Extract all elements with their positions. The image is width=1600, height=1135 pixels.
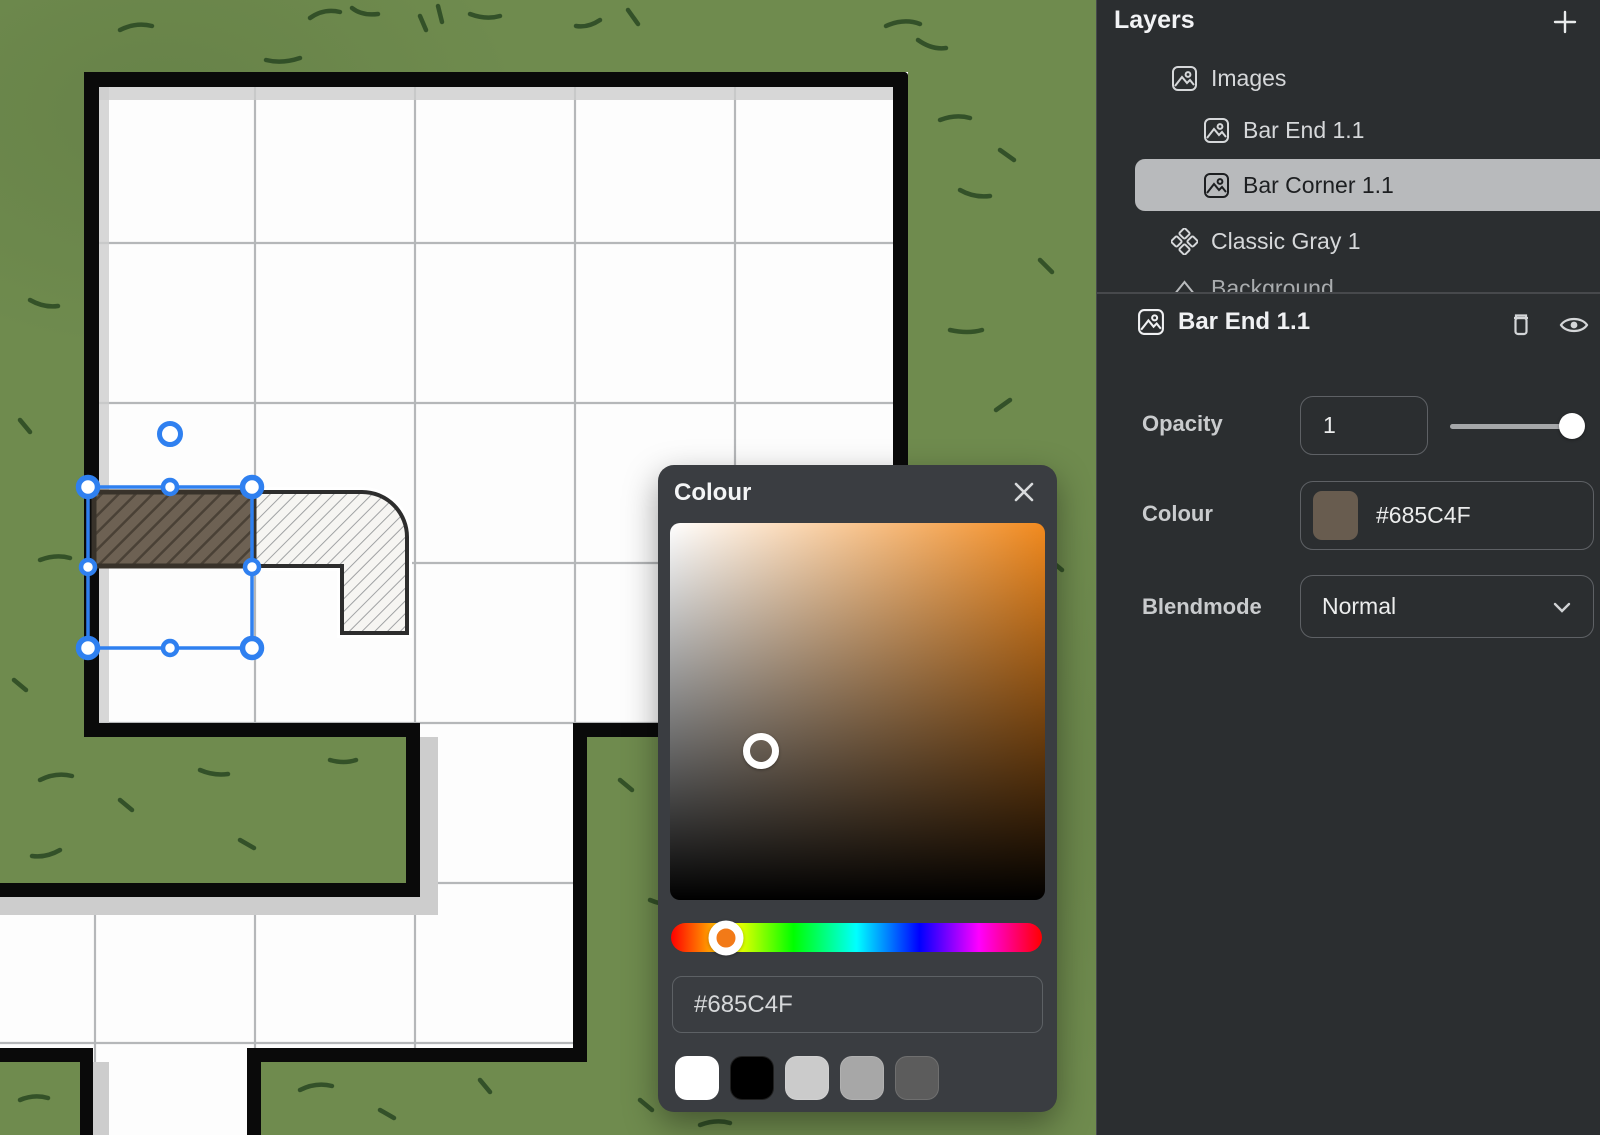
colour-picker-dialog: Colour #685C4F [658,465,1057,1112]
colour-value: #685C4F [1376,502,1471,529]
layer-label: Bar End 1.1 [1243,117,1364,144]
layer-label: Images [1211,65,1286,92]
swatch-light-gray[interactable] [785,1056,829,1100]
layers-panel: Layers Images [1096,0,1600,1135]
map-canvas[interactable]: Colour #685C4F [0,0,1096,1135]
image-icon [1203,117,1230,144]
saturation-value-area[interactable] [670,523,1045,900]
hex-input[interactable]: #685C4F [672,976,1043,1033]
slider-knob[interactable] [1559,413,1585,439]
rotate-handle [160,424,181,445]
map-editor-app: Colour #685C4F [0,0,1600,1135]
swatch-gray[interactable] [840,1056,884,1100]
colour-field[interactable]: #685C4F [1300,481,1594,550]
colour-chip[interactable] [1313,491,1358,540]
layer-item-bar-end[interactable]: Bar End 1.1 [1097,110,1600,150]
dialog-header: Colour [658,465,1057,523]
layer-item-classic-gray[interactable]: Classic Gray 1 [1097,221,1600,261]
eye-icon[interactable] [1558,310,1588,340]
add-layer-button[interactable] [1551,8,1579,36]
blendmode-value: Normal [1322,593,1396,620]
background-icon [1171,275,1198,294]
layer-item-images[interactable]: Images [1097,58,1600,98]
opacity-value: 1 [1323,412,1336,439]
hex-value: #685C4F [694,991,793,1019]
opacity-label: Opacity [1142,411,1223,437]
sv-cursor[interactable] [743,733,779,769]
layer-label: Bar Corner 1.1 [1243,172,1394,199]
panel-divider [1097,292,1600,294]
blendmode-select[interactable]: Normal [1300,575,1594,638]
image-icon [1171,65,1198,92]
layers-title: Layers [1114,6,1195,35]
swatch-dark-gray[interactable] [895,1056,939,1100]
dialog-title: Colour [674,479,751,507]
swatch-black[interactable] [730,1056,774,1100]
opacity-slider[interactable] [1450,413,1582,439]
trash-icon[interactable] [1506,310,1536,340]
opacity-input[interactable]: 1 [1300,396,1428,455]
image-icon [1203,172,1230,199]
swatch-row [675,1056,939,1100]
image-icon [1137,308,1165,336]
blendmode-label: Blendmode [1142,594,1262,620]
pattern-icon [1171,228,1198,255]
hue-slider[interactable] [671,923,1042,952]
chevron-down-icon [1549,594,1575,620]
layer-item-bar-corner-selected[interactable]: Bar Corner 1.1 [1135,159,1600,211]
layers-list: Layers Images [1097,0,1600,293]
layer-label: Classic Gray 1 [1211,228,1361,255]
swatch-white[interactable] [675,1056,719,1100]
bar-end-object[interactable] [94,492,254,566]
hue-handle[interactable] [709,920,744,955]
layer-item-background[interactable]: Background [1097,268,1600,293]
close-icon[interactable] [1009,477,1039,507]
colour-label: Colour [1142,501,1213,527]
layer-label: Background [1211,275,1334,294]
properties-title: Bar End 1.1 [1178,308,1310,336]
properties-title-row: Bar End 1.1 [1137,308,1310,336]
